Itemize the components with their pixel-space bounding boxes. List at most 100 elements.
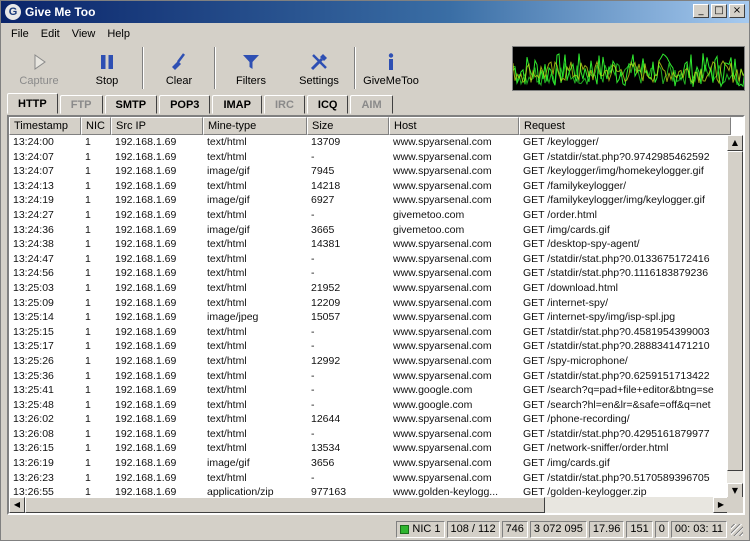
col-src-ip-cell: 192.168.1.69 bbox=[115, 252, 177, 265]
col-request-cell: GET /statdir/stat.php?0.0133675172416 bbox=[523, 252, 710, 265]
filters-button[interactable]: Filters bbox=[217, 45, 285, 91]
table-row[interactable]: 13:26:19 1 192.168.1.69 image/gif 3656 www.sp… bbox=[9, 456, 731, 471]
col-size-header[interactable]: Size bbox=[307, 117, 389, 135]
table-row[interactable]: 13:24:00 1 192.168.1.69 text/html 13709 www.s… bbox=[9, 135, 731, 150]
table-row[interactable]: 13:24:36 1 192.168.1.69 image/gif 3665 giveme… bbox=[9, 223, 731, 238]
table-row[interactable]: 13:24:19 1 192.168.1.69 image/gif 6927 www.sp… bbox=[9, 193, 731, 208]
col-host-header[interactable]: Host bbox=[389, 117, 519, 135]
menu-help[interactable]: Help bbox=[101, 28, 136, 40]
toolbar-separator bbox=[354, 47, 356, 89]
table-row[interactable]: 13:24:13 1 192.168.1.69 text/html 14218 www.s… bbox=[9, 179, 731, 194]
col-src-ip-cell: 192.168.1.69 bbox=[115, 311, 177, 324]
table-row[interactable]: 13:26:08 1 192.168.1.69 text/html - www.spyar… bbox=[9, 427, 731, 442]
col-size-cell: - bbox=[311, 384, 315, 397]
col-request-cell: GET /statdir/stat.php?0.4295161879977 bbox=[523, 427, 710, 440]
col-nic-cell: 1 bbox=[85, 296, 91, 309]
table-row[interactable]: 13:24:38 1 192.168.1.69 text/html 14381 www.s… bbox=[9, 237, 731, 252]
tab-pop3[interactable]: POP3 bbox=[159, 95, 211, 114]
givemetoo-button[interactable]: GiveMeToo bbox=[357, 45, 425, 91]
col-request-cell: GET /statdir/stat.php?0.4581954399003 bbox=[523, 325, 710, 338]
menu-edit[interactable]: Edit bbox=[35, 28, 66, 40]
col-host-cell: www.spyarsenal.com bbox=[393, 427, 492, 440]
col-src-ip-header[interactable]: Src IP bbox=[111, 117, 203, 135]
close-button[interactable]: × bbox=[729, 4, 745, 18]
col-timestamp-cell: 13:25:03 bbox=[13, 281, 54, 294]
table-row[interactable]: 13:24:47 1 192.168.1.69 text/html - www.spyar… bbox=[9, 252, 731, 267]
col-src-ip-cell: 192.168.1.69 bbox=[115, 223, 177, 236]
title-bar[interactable]: G Give Me Too _ □ × bbox=[1, 1, 749, 23]
col-size-cell: - bbox=[311, 471, 315, 484]
settings-label: Settings bbox=[299, 75, 339, 87]
vertical-scrollbar[interactable]: ▲ ▼ bbox=[727, 135, 743, 499]
tab-aim[interactable]: AIM bbox=[350, 95, 393, 114]
table-row[interactable]: 13:24:27 1 192.168.1.69 text/html - givemetoo… bbox=[9, 208, 731, 223]
col-mime-type-cell: text/html bbox=[207, 384, 247, 397]
col-timestamp-cell: 13:25:36 bbox=[13, 369, 54, 382]
table-row[interactable]: 13:25:15 1 192.168.1.69 text/html - www.spyar… bbox=[9, 325, 731, 340]
col-timestamp-cell: 13:26:15 bbox=[13, 442, 54, 455]
horizontal-scrollbar[interactable]: ◀ ▶ bbox=[9, 497, 729, 513]
horizontal-scroll-thumb[interactable] bbox=[25, 497, 545, 513]
clear-button[interactable]: Clear bbox=[145, 45, 213, 91]
tab-ftp[interactable]: FTP bbox=[59, 95, 103, 114]
table-row[interactable]: 13:25:17 1 192.168.1.69 text/html - www.spyar… bbox=[9, 339, 731, 354]
vertical-scroll-thumb[interactable] bbox=[727, 151, 743, 471]
status-rate: 17.96 bbox=[588, 521, 625, 538]
table-row[interactable]: 13:26:02 1 192.168.1.69 text/html 12644 www.s… bbox=[9, 412, 731, 427]
col-size-cell: 7945 bbox=[311, 165, 335, 178]
tab-smtp[interactable]: SMTP bbox=[104, 95, 158, 114]
col-size-cell: 14218 bbox=[311, 179, 341, 192]
maximize-button[interactable]: □ bbox=[711, 4, 727, 18]
col-size-cell: 12992 bbox=[311, 354, 341, 367]
col-request-cell: GET /internet-spy/img/isp-spl.jpg bbox=[523, 311, 676, 324]
col-request-cell: GET /familykeylogger/ bbox=[523, 179, 627, 192]
tab-imap[interactable]: IMAP bbox=[212, 95, 262, 114]
tab-irc[interactable]: IRC bbox=[263, 95, 305, 114]
tab-http[interactable]: HTTP bbox=[7, 93, 58, 114]
table-row[interactable]: 13:25:14 1 192.168.1.69 image/jpeg 15057 www.… bbox=[9, 310, 731, 325]
col-nic-header[interactable]: NIC bbox=[81, 117, 111, 135]
scroll-left-button[interactable]: ◀ bbox=[9, 497, 25, 513]
resize-grip[interactable] bbox=[731, 523, 743, 536]
col-mime-type-cell: text/html bbox=[207, 398, 247, 411]
col-mime-type-cell: text/html bbox=[207, 208, 247, 221]
col-timestamp-cell: 13:24:13 bbox=[13, 179, 54, 192]
tab-icq[interactable]: ICQ bbox=[306, 95, 349, 114]
col-nic-cell: 1 bbox=[85, 179, 91, 192]
table-row[interactable]: 13:25:26 1 192.168.1.69 text/html 12992 www.s… bbox=[9, 354, 731, 369]
col-nic-cell: 1 bbox=[85, 252, 91, 265]
table-row[interactable]: 13:25:03 1 192.168.1.69 text/html 21952 www.s… bbox=[9, 281, 731, 296]
table-row[interactable]: 13:25:41 1 192.168.1.69 text/html - www.googl… bbox=[9, 383, 731, 398]
table-row[interactable]: 13:24:07 1 192.168.1.69 image/gif 7945 www.sp… bbox=[9, 164, 731, 179]
col-size-cell: 12209 bbox=[311, 296, 341, 309]
col-src-ip-cell: 192.168.1.69 bbox=[115, 179, 177, 192]
table-row[interactable]: 13:26:23 1 192.168.1.69 text/html - www.spyar… bbox=[9, 471, 731, 486]
capture-button[interactable]: Capture bbox=[5, 45, 73, 91]
col-timestamp-header[interactable]: Timestamp bbox=[9, 117, 81, 135]
table-body: 13:24:00 1 192.168.1.69 text/html 13709 www.s… bbox=[9, 135, 731, 500]
table-row[interactable]: 13:25:48 1 192.168.1.69 text/html - www.googl… bbox=[9, 398, 731, 413]
table-row[interactable]: 13:26:15 1 192.168.1.69 text/html 13534 www.s… bbox=[9, 441, 731, 456]
col-nic-cell: 1 bbox=[85, 281, 91, 294]
table-row[interactable]: 13:25:09 1 192.168.1.69 text/html 12209 www.s… bbox=[9, 296, 731, 311]
col-request-header[interactable]: Request bbox=[519, 117, 731, 135]
scroll-up-button[interactable]: ▲ bbox=[727, 135, 743, 151]
settings-button[interactable]: Settings bbox=[285, 45, 353, 91]
table-row[interactable]: 13:24:56 1 192.168.1.69 text/html - www.spyar… bbox=[9, 266, 731, 281]
col-mime-type-header[interactable]: Mine-type bbox=[203, 117, 307, 135]
col-host-cell: www.google.com bbox=[393, 384, 473, 397]
menu-file[interactable]: File bbox=[5, 28, 35, 40]
col-size-cell: - bbox=[311, 369, 315, 382]
col-host-cell: www.spyarsenal.com bbox=[393, 136, 492, 148]
table-row[interactable]: 13:24:07 1 192.168.1.69 text/html - www.spyar… bbox=[9, 150, 731, 165]
col-nic-cell: 1 bbox=[85, 471, 91, 484]
menu-view[interactable]: View bbox=[66, 28, 102, 40]
col-host-cell: www.spyarsenal.com bbox=[393, 413, 492, 426]
col-host-cell: www.spyarsenal.com bbox=[393, 325, 492, 338]
minimize-button[interactable]: _ bbox=[693, 4, 709, 18]
protocol-tabs: HTTP FTP SMTP POP3 IMAP IRC ICQ AIM bbox=[7, 93, 395, 115]
col-host-cell: www.google.com bbox=[393, 398, 473, 411]
main-window: G Give Me Too _ □ × File Edit View Help … bbox=[0, 0, 750, 541]
stop-button[interactable]: Stop bbox=[73, 45, 141, 91]
table-row[interactable]: 13:25:36 1 192.168.1.69 text/html - www.spyar… bbox=[9, 369, 731, 384]
